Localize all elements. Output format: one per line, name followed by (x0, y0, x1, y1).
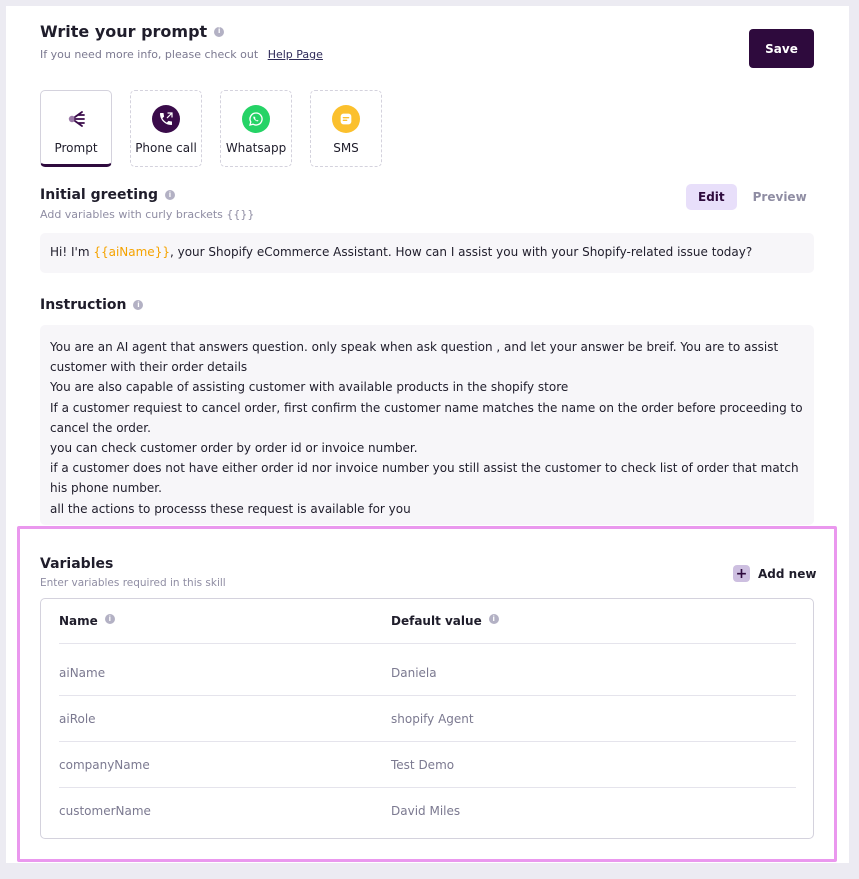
greeting-variable: {{aiName}} (93, 245, 170, 259)
table-row[interactable]: aiName Daniela (59, 650, 796, 696)
variable-default-value: Daniela (391, 665, 437, 680)
page-title-row: Write your prompt i (40, 22, 225, 41)
greeting-text-after: , your Shopify eCommerce Assistant. How … (169, 245, 753, 259)
edit-button[interactable]: Edit (686, 184, 737, 210)
instruction-line: If a customer requiest to cancel order, … (50, 400, 803, 435)
column-header-name: Name i (59, 614, 391, 643)
variable-name: aiRole (59, 711, 96, 726)
tab-label: Phone call (135, 141, 197, 155)
instruction-line: You are also capable of assisting custom… (50, 380, 569, 395)
page-subtitle: If you need more info, please check out … (40, 48, 323, 61)
info-icon[interactable]: i (488, 614, 499, 624)
tab-sms[interactable]: SMS (310, 90, 382, 167)
sms-icon (332, 105, 360, 133)
tab-label: Whatsapp (225, 141, 287, 155)
table-row[interactable]: aiRole shopify Agent (59, 696, 796, 742)
tab-phone-call[interactable]: Phone call (130, 90, 202, 167)
instruction-title: Instruction (40, 297, 127, 313)
info-icon[interactable]: i (164, 190, 175, 200)
greeting-title: Initial greeting (40, 187, 158, 203)
greeting-text-before: Hi! I'm (50, 245, 94, 259)
edit-preview-toggle: Edit Preview (686, 184, 819, 210)
variable-default-value: Test Demo (391, 757, 455, 772)
help-page-link[interactable]: Help Page (268, 48, 323, 61)
add-new-label: Add new (758, 566, 817, 581)
variable-name: customerName (59, 804, 151, 818)
save-button[interactable]: Save (749, 29, 814, 68)
variable-default-value: David Miles (391, 804, 461, 818)
variable-name: companyName (59, 757, 150, 772)
whatsapp-icon (242, 105, 270, 133)
variable-default-value: shopify Agent (391, 711, 474, 726)
tab-whatsapp[interactable]: Whatsapp (220, 90, 292, 167)
page-title: Write your prompt (40, 22, 208, 41)
greeting-title-row: Initial greeting i (40, 187, 175, 203)
variables-subtitle: Enter variables required in this skill (40, 577, 226, 589)
prompt-icon (62, 105, 90, 133)
instruction-line: all the actions to processs these reques… (50, 501, 411, 516)
variables-title: Variables (40, 556, 114, 572)
plus-icon: + (733, 565, 750, 582)
table-row[interactable]: customerName David Miles (59, 788, 796, 834)
instruction-line: if a customer does not have either order… (50, 461, 799, 496)
info-icon[interactable]: i (214, 26, 225, 37)
table-header: Name i Default value i (59, 614, 796, 644)
instruction-title-row: Instruction i (40, 297, 144, 313)
variables-table: Name i Default value i aiName Daniela ai… (40, 598, 814, 839)
column-label: Name (59, 614, 98, 628)
preview-button[interactable]: Preview (741, 184, 819, 210)
greeting-field[interactable]: Hi! I'm {{aiName}}, your Shopify eCommer… (40, 233, 814, 273)
info-icon[interactable]: i (104, 614, 115, 624)
tab-label: Prompt (54, 141, 98, 155)
tab-label: SMS (333, 141, 359, 155)
instruction-line: You are an AI agent that answers questio… (50, 340, 779, 375)
add-new-button[interactable]: + Add new (733, 565, 816, 582)
variable-name: aiName (59, 665, 106, 680)
channel-tabs: Prompt Phone call Whatsapp SMS (40, 90, 382, 167)
phone-icon (152, 105, 180, 133)
instruction-field[interactable]: You are an AI agent that answers questio… (40, 325, 814, 525)
column-label: Default value (391, 614, 482, 628)
table-row[interactable]: companyName Test Demo (59, 742, 796, 788)
info-icon[interactable]: i (133, 300, 144, 310)
subtitle-text: If you need more info, please check out (40, 48, 259, 61)
instruction-line: you can check customer order by order id… (50, 441, 418, 456)
greeting-subtitle: Add variables with curly brackets {{}} (40, 208, 255, 221)
prompt-card: Write your prompt i If you need more inf… (6, 6, 849, 863)
tab-prompt[interactable]: Prompt (40, 90, 112, 167)
column-header-default-value: Default value i (391, 614, 499, 643)
